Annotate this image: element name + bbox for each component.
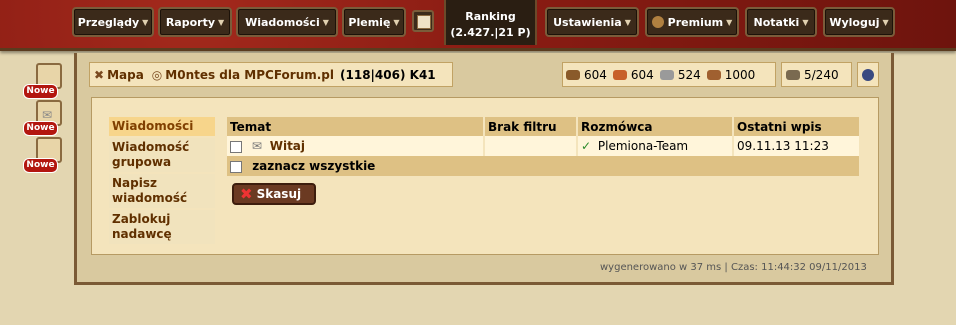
nav-premium-label: Premium <box>667 15 724 29</box>
resources-box: 604 604 524 1000 <box>562 62 776 87</box>
chevron-down-icon: ▼ <box>218 17 225 27</box>
storage-icon <box>706 69 721 80</box>
check-icon: ✓ <box>581 139 592 153</box>
select-all-checkbox[interactable] <box>230 160 242 173</box>
storage-resource: 1000 <box>706 67 756 82</box>
menu-item-wiadomosci[interactable]: Wiadomości <box>109 117 215 136</box>
column-header-ostatni-wpis: Ostatni wpis <box>733 117 861 136</box>
envelope-icon: ✉ <box>251 139 262 153</box>
forum-icon[interactable] <box>412 10 434 32</box>
map-link[interactable]: Mapa <box>107 68 144 82</box>
iron-icon <box>659 69 674 80</box>
partner-cell: ✓ Plemiona-Team <box>577 136 734 156</box>
messages-table: Temat Brak filtru Rozmówca Ostatni wpis … <box>227 117 861 176</box>
night-mode-icon[interactable] <box>857 62 879 87</box>
nav-wiadomosci-label: Wiadomości <box>245 15 320 29</box>
nav-ustawienia[interactable]: Ustawienia ▼ <box>545 7 639 37</box>
chevron-down-icon: ▼ <box>142 17 149 27</box>
table-row: ✉ Witaj ✓ Plemiona-Team 09.11.13 11:23 <box>227 136 861 156</box>
envelope-icon: ✉ <box>42 108 53 122</box>
village-bar: ✖ Mapa ◎ M0ntes dla MPCForum.pl (118|406… <box>89 62 453 87</box>
village-coords: (118|406) K41 <box>340 67 436 82</box>
partner-name[interactable]: Plemiona-Team <box>598 139 688 153</box>
column-header-rozmowca: Rozmówca <box>577 117 734 136</box>
mail-menu: Wiadomości Wiadomość grupowa Napisz wiad… <box>109 117 215 246</box>
select-all-row: zaznacz wszystkie <box>227 156 861 176</box>
ranking-label: Ranking <box>465 10 516 23</box>
population-value: 5/240 <box>804 67 839 82</box>
message-subject-link[interactable]: Witaj <box>270 139 305 153</box>
wood-resource: 604 <box>566 68 607 82</box>
nav-wiadomosci[interactable]: Wiadomości ▼ <box>236 7 338 37</box>
delete-button-label: Skasuj <box>256 187 302 201</box>
chevron-down-icon: ▼ <box>726 17 733 27</box>
menu-item-wiadomosc-grupowa[interactable]: Wiadomość grupowa <box>109 138 215 172</box>
ranking-box[interactable]: Ranking (2.427.|21 P) <box>444 0 537 45</box>
nav-wyloguj-label: Wyloguj <box>829 15 880 29</box>
nav-wyloguj[interactable]: Wyloguj ▼ <box>823 7 895 37</box>
chevron-down-icon: ▼ <box>882 17 889 27</box>
delete-button[interactable]: ✖ Skasuj <box>232 183 316 205</box>
moon-icon <box>862 68 874 81</box>
wood-icon <box>566 69 580 80</box>
subject-cell: ✉ Witaj <box>227 136 485 156</box>
select-all-cell: zaznacz wszystkie <box>227 156 861 176</box>
new-badge: Nowe <box>23 84 58 99</box>
last-entry-date: 09.11.13 11:23 <box>733 136 861 156</box>
chevron-down-icon: ▼ <box>322 17 329 27</box>
select-all-label: zaznacz wszystkie <box>252 159 376 173</box>
clay-icon <box>612 69 627 80</box>
nav-notatki[interactable]: Notatki ▼ <box>745 7 817 37</box>
village-name-link[interactable]: M0ntes dla MPCForum.pl <box>165 68 334 82</box>
nav-ustawienia-label: Ustawienia <box>553 15 622 29</box>
new-badge: Nowe <box>23 158 58 173</box>
row-checkbox[interactable] <box>230 140 242 153</box>
nav-plemie-label: Plemię <box>348 15 391 29</box>
population-box: 5/240 <box>781 62 852 87</box>
premium-icon <box>651 16 664 28</box>
iron-resource: 524 <box>659 67 701 82</box>
filter-cell <box>484 136 578 156</box>
clay-value: 604 <box>630 67 654 82</box>
nav-przeglady[interactable]: Przeglądy ▼ <box>72 7 154 37</box>
delete-x-icon: ✖ <box>240 185 253 203</box>
chevron-down-icon: ▼ <box>802 17 809 27</box>
village-icon: ◎ <box>151 67 163 82</box>
nav-raporty[interactable]: Raporty ▼ <box>158 7 232 37</box>
menu-item-zablokuj-nadawce[interactable]: Zablokuj nadawcę <box>109 210 215 244</box>
nav-notatki-label: Notatki <box>753 15 800 29</box>
iron-value: 524 <box>677 67 701 82</box>
chevron-down-icon: ▼ <box>624 17 631 27</box>
nav-raporty-label: Raporty <box>165 15 216 29</box>
map-icon: ✖ <box>94 67 105 82</box>
ranking-value: (2.427.|21 P) <box>450 26 531 39</box>
nav-przeglady-label: Przeglądy <box>77 15 140 29</box>
chevron-down-icon: ▼ <box>393 17 400 27</box>
filter-dropdown[interactable]: Brak filtru <box>484 117 578 136</box>
storage-value: 1000 <box>724 67 756 82</box>
new-badge: Nowe <box>23 121 58 136</box>
clay-resource: 604 <box>612 67 654 82</box>
table-header-row: Temat Brak filtru Rozmówca Ostatni wpis <box>227 117 861 136</box>
menu-item-napisz-wiadomosc[interactable]: Napisz wiadomość <box>109 174 215 208</box>
column-header-temat: Temat <box>227 117 485 136</box>
farm-icon <box>786 69 800 80</box>
nav-premium[interactable]: Premium ▼ <box>645 7 739 37</box>
nav-plemie[interactable]: Plemię ▼ <box>342 7 406 37</box>
wood-value: 604 <box>584 67 607 82</box>
server-time-footer: wygenerowano w 37 ms | Czas: 11:44:32 09… <box>600 262 867 273</box>
